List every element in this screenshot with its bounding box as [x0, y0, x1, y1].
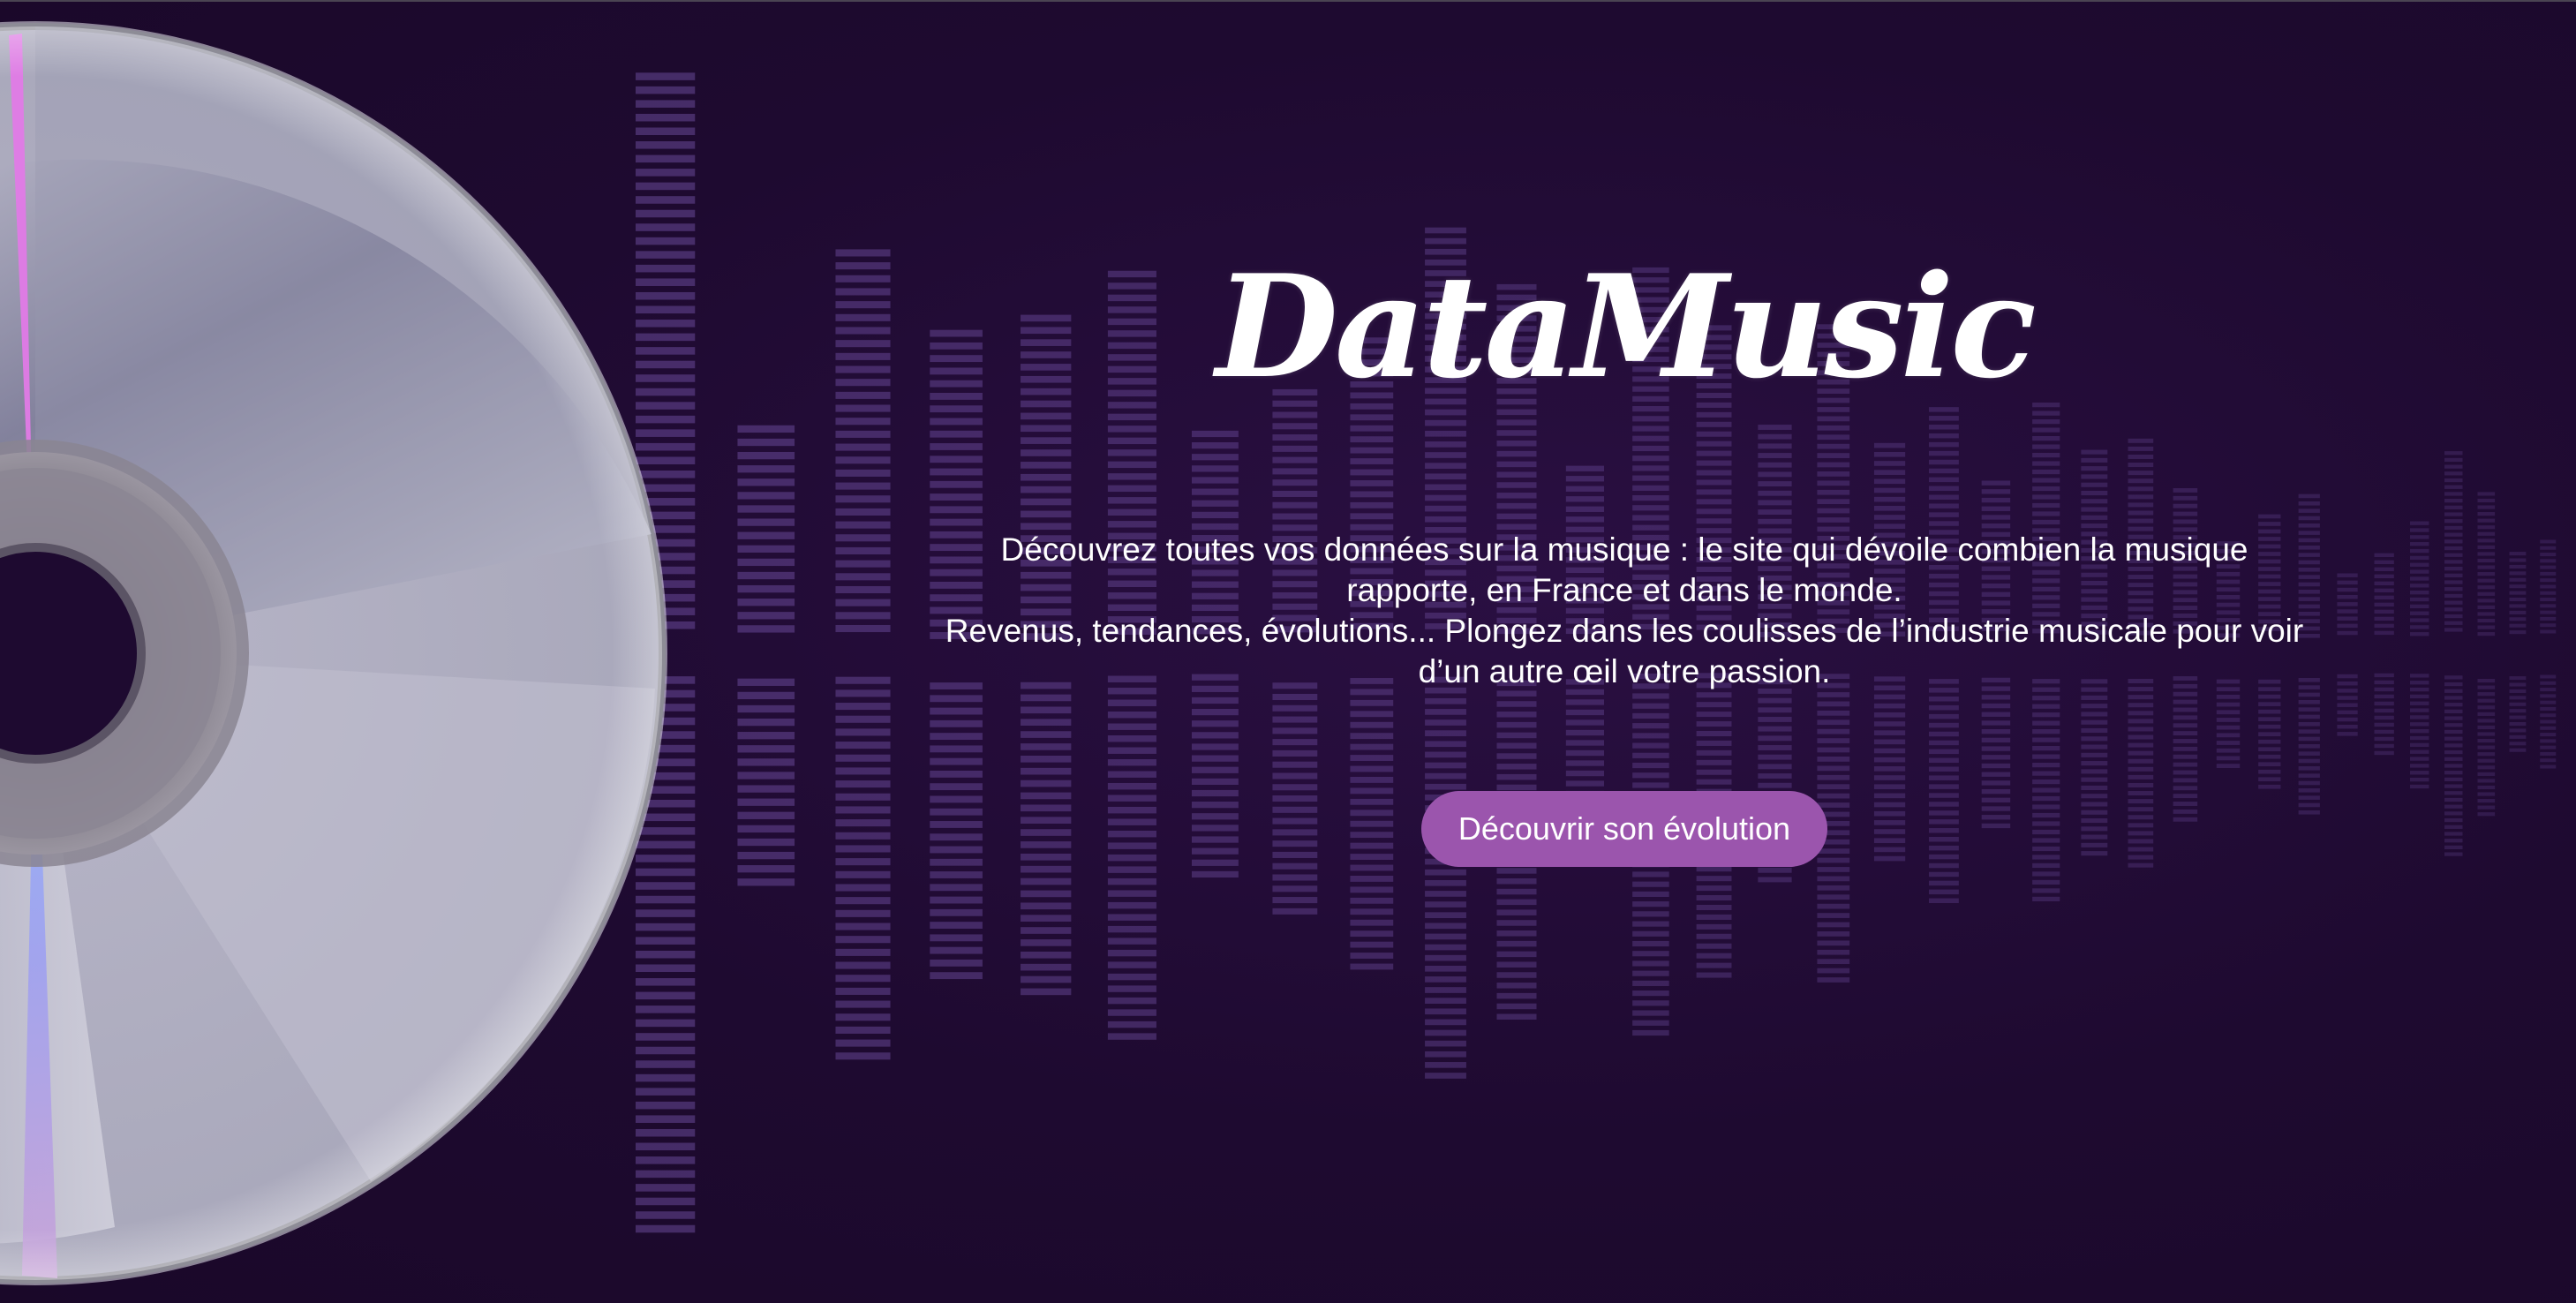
equalizer-bar	[2410, 521, 2429, 789]
compact-disc-image	[0, 21, 667, 1285]
equalizer-bar	[2444, 451, 2463, 856]
hero-section: DataMusic Découvrez toutes vos données s…	[936, 238, 2313, 867]
intro-paragraph-1: Découvrez toutes vos données sur la musi…	[1000, 531, 2248, 608]
intro-paragraph-2: Revenus, tendances, évolutions... Plonge…	[945, 613, 2304, 689]
site-logo-title: DataMusic	[1216, 244, 2037, 410]
equalizer-bar	[2374, 553, 2394, 756]
equalizer-bar	[2509, 552, 2527, 752]
equalizer-bar	[2540, 539, 2557, 769]
equalizer-bar	[2477, 492, 2496, 817]
discover-evolution-button[interactable]: Découvrir son évolution	[1420, 791, 1828, 867]
equalizer-bar	[2337, 573, 2358, 736]
equalizer-bar	[835, 249, 891, 1060]
equalizer-bar	[737, 425, 795, 886]
landing-page: DataMusic Découvrez toutes vos données s…	[0, 0, 2576, 1303]
intro-text: Découvrez toutes vos données sur la musi…	[936, 530, 2313, 692]
